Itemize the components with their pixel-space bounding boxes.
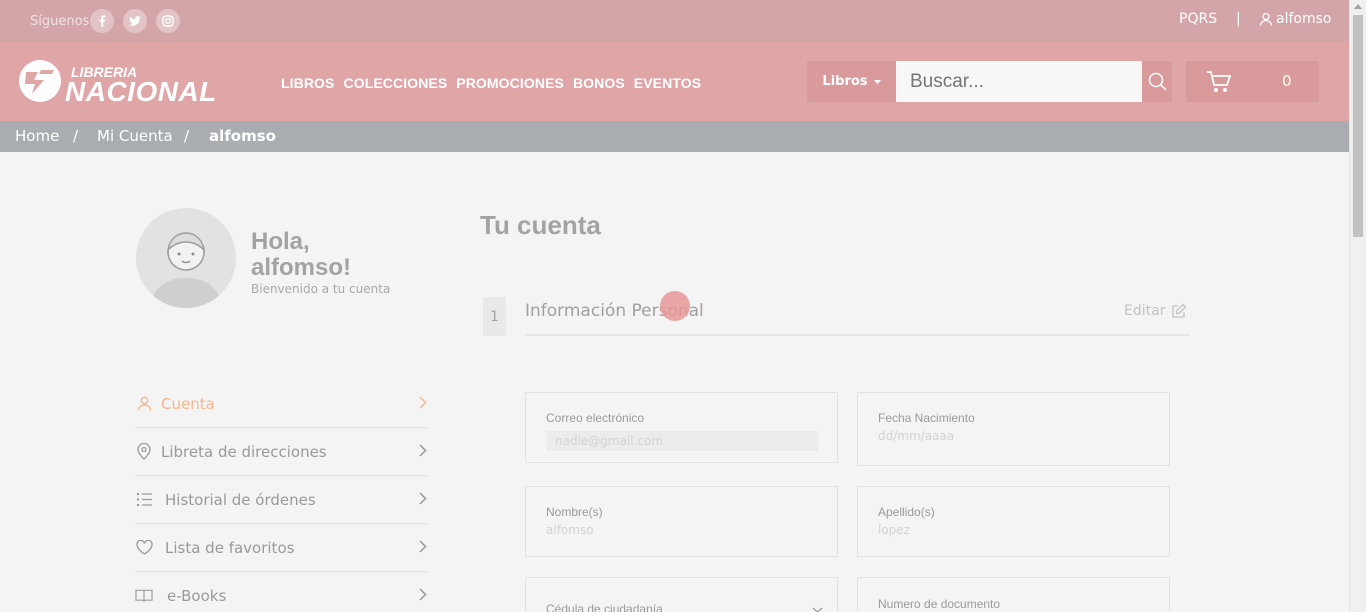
avatar: [136, 208, 236, 308]
email-field[interactable]: Correo electrónico nadie@gmail.com: [525, 392, 838, 463]
location-pin-icon: [135, 443, 153, 461]
sidebar-item-label: Lista de favoritos: [165, 538, 295, 557]
id-type-select[interactable]: Cédula de ciudadanía: [525, 577, 838, 612]
click-indicator: [660, 291, 690, 321]
sidebar-item-label: Cuenta: [161, 394, 215, 413]
edit-button[interactable]: Editar: [1124, 303, 1187, 319]
user-icon: [135, 395, 153, 413]
breadcrumb: Home / Mi Cuenta / alfomso: [0, 121, 1349, 152]
cart-button[interactable]: 0: [1186, 61, 1319, 102]
birthdate-field[interactable]: Fecha Nacimiento dd/mm/aaaa: [857, 392, 1170, 466]
search-button[interactable]: [1142, 61, 1172, 102]
nav-colecciones[interactable]: COLECCIONES: [344, 75, 448, 91]
nav-eventos[interactable]: EVENTOS: [634, 75, 701, 91]
book-icon: [135, 587, 153, 605]
chevron-right-icon: [419, 588, 427, 601]
sidebar-item-account[interactable]: Cuenta: [135, 380, 427, 428]
main-header: LIBRERIA NACIONAL LIBROS COLECCIONES PRO…: [0, 42, 1349, 121]
greeting-line-1: Hola,: [251, 228, 310, 255]
greeting: Hola, alfomso!: [251, 229, 351, 281]
edit-label: Editar: [1124, 303, 1166, 319]
birthdate-label: Fecha Nacimiento: [878, 411, 975, 425]
caret-down-icon: [873, 79, 881, 84]
chevron-right-icon: [419, 492, 427, 505]
last-name-label: Apellido(s): [878, 505, 935, 519]
sidebar-item-label: e-Books: [167, 586, 227, 605]
sidebar-item-label: Historial de órdenes: [165, 490, 316, 509]
id-type-label: Cédula de ciudadanía: [546, 602, 663, 612]
section-divider: [525, 334, 1189, 336]
birthdate-value[interactable]: dd/mm/aaaa: [878, 428, 1150, 444]
chevron-right-icon: [419, 444, 427, 457]
chevron-down-icon: [812, 607, 823, 612]
main-nav: LIBROS COLECCIONES PROMOCIONES BONOS EVE…: [281, 75, 701, 91]
pqrs-link[interactable]: PQRS: [1179, 11, 1217, 27]
sidebar-item-order-history[interactable]: Historial de órdenes: [135, 476, 427, 524]
sidebar-item-label: Libreta de direcciones: [161, 442, 327, 461]
logo[interactable]: LIBRERIA NACIONAL: [14, 60, 216, 107]
instagram-icon[interactable]: [156, 9, 180, 33]
nav-libros[interactable]: LIBROS: [281, 75, 335, 91]
list-icon: [135, 491, 153, 509]
search-category-label: Libros: [822, 74, 868, 89]
user-icon: [1259, 12, 1273, 26]
email-value[interactable]: nadie@gmail.com: [546, 431, 818, 451]
email-label: Correo electrónico: [546, 411, 645, 425]
logo-text-bottom: NACIONAL: [65, 76, 216, 104]
cart-count: 0: [1282, 72, 1292, 90]
breadcrumb-current: alfomso: [209, 127, 276, 145]
separator: |: [1236, 11, 1241, 27]
page-title: Tu cuenta: [480, 210, 601, 240]
greeting-line-2: alfomso!: [251, 254, 352, 281]
welcome-text: Bienvenido a tu cuenta: [251, 282, 391, 296]
search-icon: [1148, 72, 1167, 91]
id-number-field[interactable]: Numero de documento: [857, 577, 1170, 612]
follow-us-label: Síguenos: [30, 14, 90, 29]
first-name-label: Nombre(s): [546, 505, 603, 519]
last-name-field[interactable]: Apellido(s) lopez: [857, 486, 1170, 557]
sidebar-item-wishlist[interactable]: Lista de favoritos: [135, 524, 427, 572]
breadcrumb-my-account[interactable]: Mi Cuenta: [97, 127, 173, 145]
cart-icon: [1207, 71, 1232, 92]
nav-bonos[interactable]: BONOS: [573, 75, 625, 91]
chevron-right-icon: [419, 396, 427, 409]
scroll-up-icon[interactable]: [1354, 4, 1362, 9]
chevron-right-icon: [419, 540, 427, 553]
breadcrumb-home[interactable]: Home: [15, 127, 59, 145]
edit-icon: [1172, 303, 1187, 318]
breadcrumb-separator: /: [184, 127, 190, 145]
breadcrumb-separator: /: [73, 127, 79, 145]
search-category-select[interactable]: Libros: [807, 61, 896, 102]
twitter-icon[interactable]: [123, 9, 147, 33]
sidebar-item-address-book[interactable]: Libreta de direcciones: [135, 428, 427, 476]
id-number-label: Numero de documento: [878, 597, 1001, 611]
facebook-icon[interactable]: [90, 9, 114, 33]
scrollbar-thumb[interactable]: [1353, 15, 1363, 237]
username: alfomso: [1276, 11, 1332, 27]
top-bar: Síguenos PQRS | alfomso: [0, 0, 1349, 42]
first-name-value[interactable]: alfomso: [546, 522, 818, 538]
nav-promociones[interactable]: PROMOCIONES: [456, 75, 564, 91]
user-account-link[interactable]: alfomso: [1259, 11, 1331, 27]
last-name-value[interactable]: lopez: [878, 522, 1150, 538]
page-scrollbar[interactable]: [1349, 0, 1366, 612]
search-input[interactable]: [896, 61, 1142, 102]
sidebar-item-ebooks[interactable]: e-Books: [135, 572, 427, 612]
heart-icon: [135, 539, 153, 557]
section-step-number: 1: [483, 297, 506, 336]
first-name-field[interactable]: Nombre(s) alfomso: [525, 486, 838, 557]
